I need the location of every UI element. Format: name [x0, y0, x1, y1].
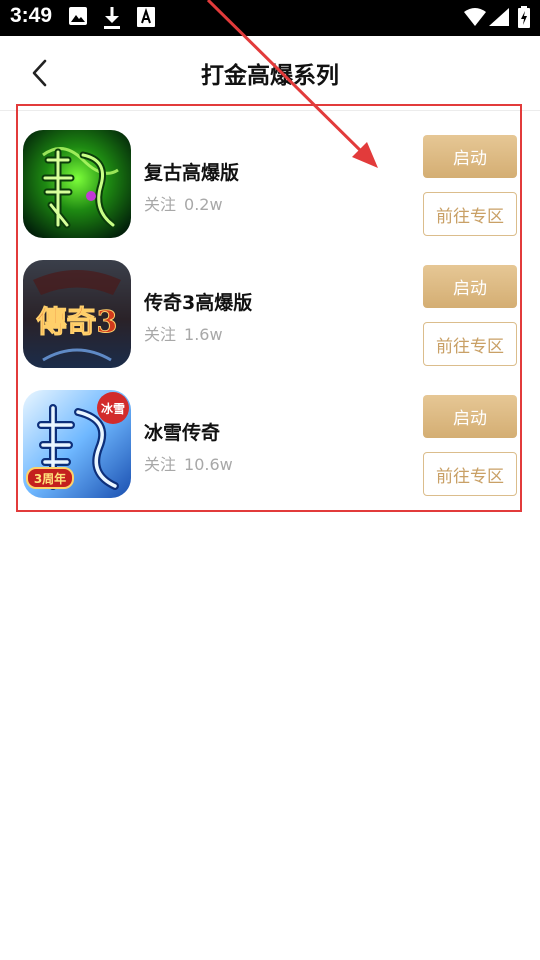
app-header: 打金高爆系列: [0, 36, 540, 111]
font-a-icon: [137, 7, 155, 27]
status-time: 3:49: [10, 4, 53, 27]
page-title: 打金高爆系列: [201, 63, 339, 89]
status-bar: 3:49: [0, 0, 540, 36]
annotation-highlight-box: [16, 104, 522, 512]
wifi-icon: [464, 8, 486, 26]
download-icon: [104, 7, 120, 29]
image-icon: [69, 7, 87, 25]
battery-icon: [518, 6, 530, 28]
signal-icon: [489, 8, 509, 26]
